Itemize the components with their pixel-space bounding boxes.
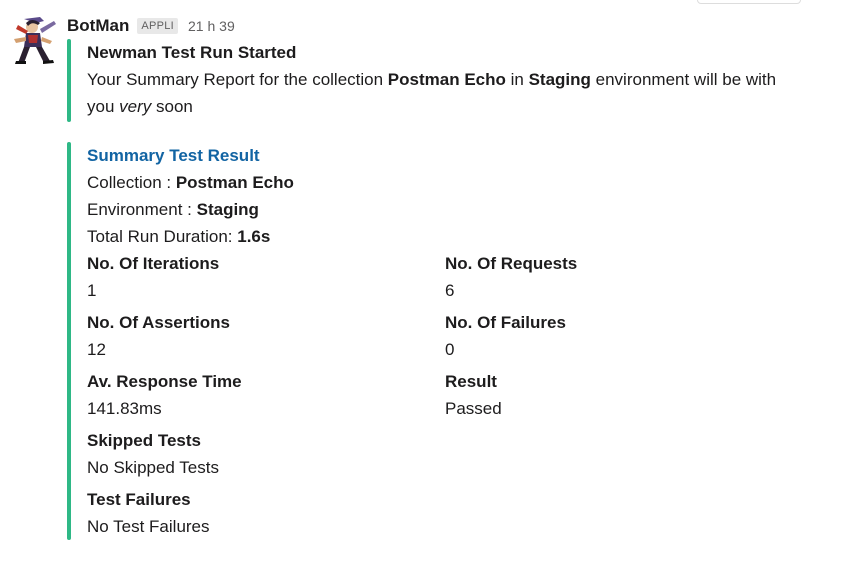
field-title: No. Of Assertions <box>87 313 230 332</box>
field-requests: No. Of Requests 6 <box>445 250 745 309</box>
attachment-title: Newman Test Run Started <box>87 43 297 62</box>
duration-label: Total Run Duration: <box>87 227 238 246</box>
field-title: Av. Response Time <box>87 372 242 391</box>
summary-fields: No. Of Iterations 1 No. Of Requests 6 No… <box>87 250 837 486</box>
emphasis-text: very <box>119 97 152 116</box>
attachment-summary: Summary Test Result Collection : Postman… <box>67 142 837 540</box>
field-title: No. Of Iterations <box>87 254 220 273</box>
attachment-color-bar <box>67 142 71 540</box>
field-empty <box>445 427 745 486</box>
field-failures: No. Of Failures 0 <box>445 309 745 368</box>
field-title: No. Of Failures <box>445 313 566 332</box>
field-title: Skipped Tests <box>87 431 201 450</box>
top-toolbar-edge <box>697 0 801 4</box>
collection-name: Postman Echo <box>387 70 506 89</box>
field-result: Result Passed <box>445 368 745 427</box>
field-title: Result <box>445 372 497 391</box>
sender-name[interactable]: BotMan <box>67 16 129 36</box>
summary-title-link[interactable]: Summary Test Result <box>87 142 837 169</box>
field-skipped-tests: Skipped Tests No Skipped Tests <box>87 427 445 486</box>
test-failures-title: Test Failures <box>87 490 191 509</box>
field-value: 0 <box>445 340 455 359</box>
environment-label: Environment : <box>87 200 197 219</box>
app-badge: APPLI <box>137 18 179 34</box>
field-assertions: No. Of Assertions 12 <box>87 309 445 368</box>
warrior-avatar-icon[interactable] <box>10 15 58 65</box>
field-value: Passed <box>445 399 502 418</box>
collection-line: Collection : Postman Echo <box>87 169 837 196</box>
environment-line: Environment : Staging <box>87 196 837 223</box>
text-end: soon <box>151 97 193 116</box>
field-value: No Skipped Tests <box>87 458 219 477</box>
message-timestamp[interactable]: 21 h 39 <box>188 18 235 34</box>
message-content: BotMan APPLI 21 h 39 Newman Test Run Sta… <box>67 13 837 540</box>
environment-value: Staging <box>196 200 259 219</box>
field-response-time: Av. Response Time 141.83ms <box>87 368 445 427</box>
text-middle: in <box>505 70 529 89</box>
collection-value: Postman Echo <box>175 173 294 192</box>
field-value: 1 <box>87 281 97 300</box>
duration-line: Total Run Duration: 1.6s <box>87 223 837 250</box>
attachment-color-bar <box>67 39 71 122</box>
attachment-run-started: Newman Test Run Started Your Summary Rep… <box>67 39 837 122</box>
test-failures-value: No Test Failures <box>87 517 210 536</box>
field-iterations: No. Of Iterations 1 <box>87 250 445 309</box>
field-value: 6 <box>445 281 455 300</box>
attachment-text: Your Summary Report for the collection P… <box>87 66 807 120</box>
field-value: 12 <box>87 340 106 359</box>
field-value: 141.83ms <box>87 399 162 418</box>
duration-value: 1.6s <box>237 227 271 246</box>
environment-name: Staging <box>528 70 591 89</box>
message-header: BotMan APPLI 21 h 39 <box>67 13 837 39</box>
text-prefix: Your Summary Report for the collection <box>87 70 388 89</box>
field-title: No. Of Requests <box>445 254 578 273</box>
collection-label: Collection : <box>87 173 176 192</box>
